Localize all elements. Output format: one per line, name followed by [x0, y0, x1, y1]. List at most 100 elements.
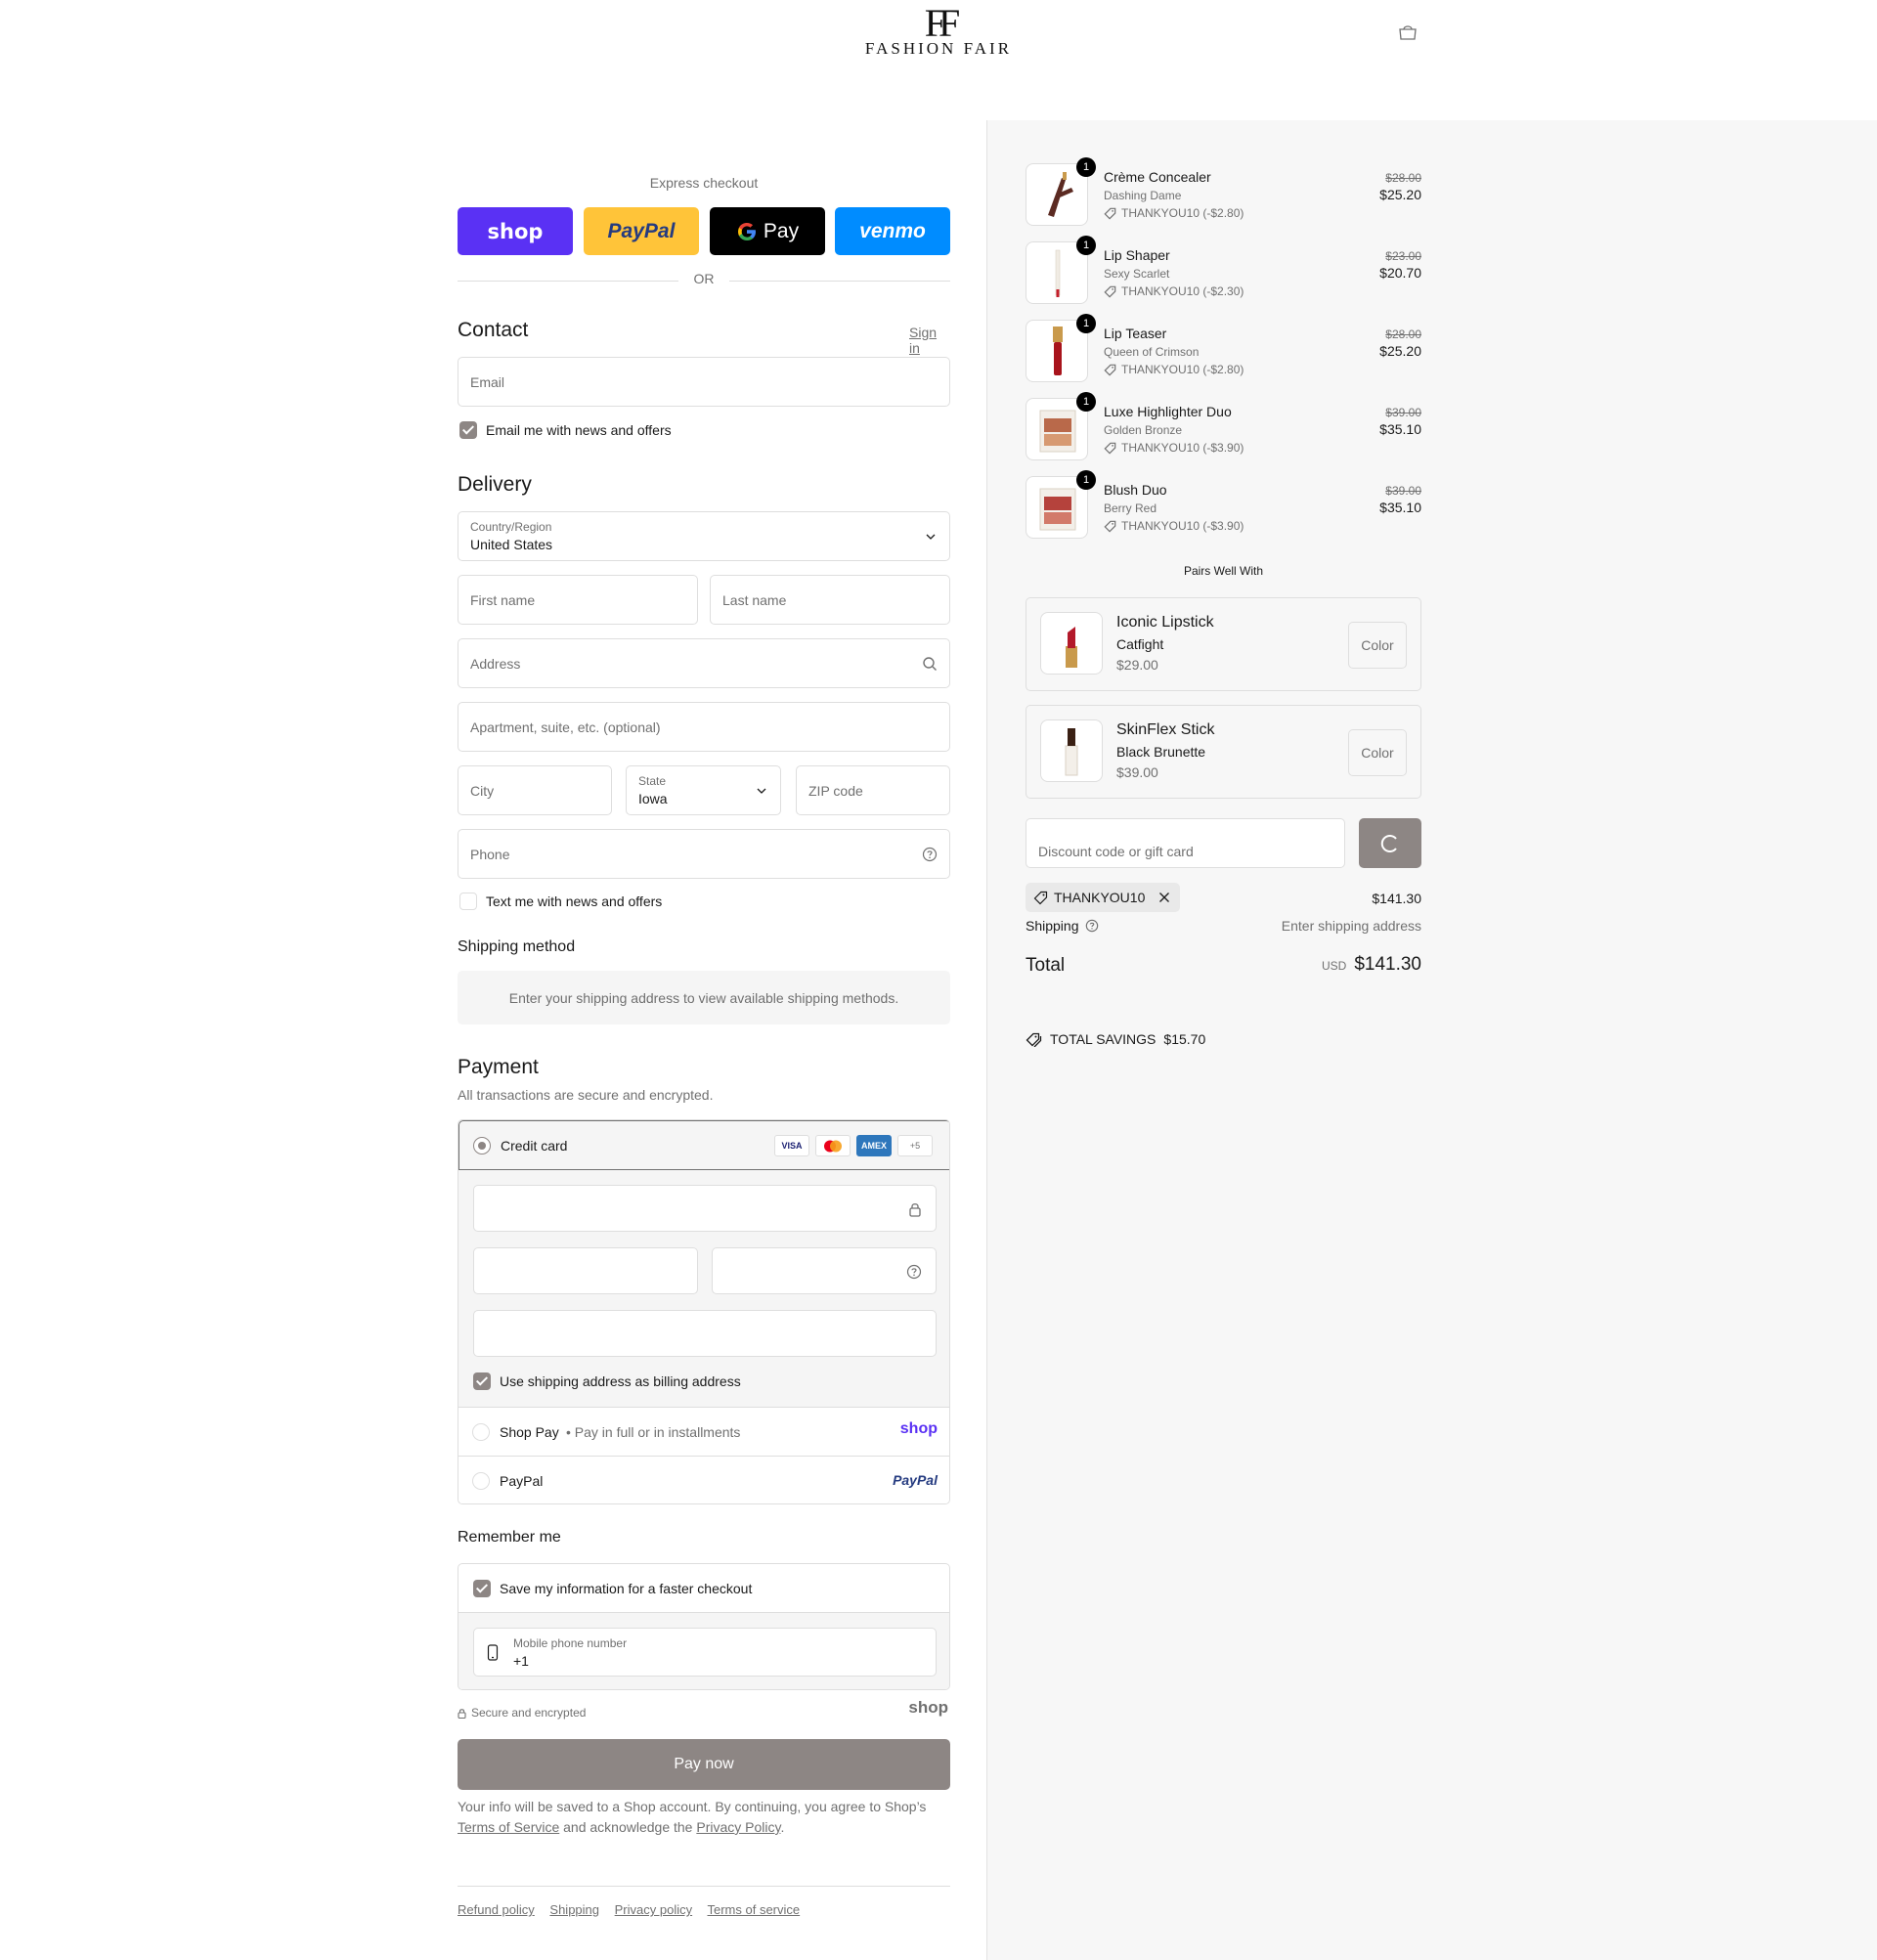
tag-icon — [1104, 520, 1116, 533]
original-price: $39.00 — [1385, 484, 1421, 498]
paypal-logo: PayPal — [893, 1472, 938, 1488]
shop-pay-express-button[interactable]: shop — [458, 207, 573, 255]
zip-placeholder: ZIP code — [808, 782, 863, 799]
brand-name: FASHION FAIR — [864, 39, 1013, 58]
first-name-placeholder: First name — [470, 591, 536, 608]
express-checkout-title: Express checkout — [649, 175, 759, 191]
legal-text: Your info will be saved to a Shop accoun… — [458, 1797, 950, 1838]
first-name-field[interactable]: First name — [458, 575, 698, 625]
city-field[interactable]: City — [458, 765, 612, 815]
lock-icon — [458, 1708, 466, 1719]
apply-discount-button[interactable] — [1359, 818, 1421, 868]
refund-policy-link[interactable]: Refund policy — [458, 1902, 535, 1917]
product-name: Blush Duo — [1104, 482, 1167, 498]
original-price: $28.00 — [1385, 327, 1421, 341]
pay-now-button[interactable]: Pay now — [458, 1739, 950, 1790]
name-on-card-field[interactable] — [473, 1310, 937, 1357]
lock-icon — [909, 1203, 921, 1217]
sign-in-link[interactable]: Sign in — [909, 325, 950, 356]
credit-card-option[interactable]: Credit card VISA AMEX +5 — [458, 1120, 949, 1170]
zip-field[interactable]: ZIP code — [796, 765, 950, 815]
shipping-policy-link[interactable]: Shipping — [549, 1902, 599, 1917]
help-icon[interactable] — [906, 1264, 922, 1280]
quantity-badge: 1 — [1076, 392, 1096, 412]
security-code-field[interactable] — [712, 1247, 937, 1294]
remember-me-heading: Remember me — [458, 1529, 561, 1546]
product-discount: THANKYOU10 (-$2.80) — [1104, 363, 1244, 376]
product-variant: Sexy Scarlet — [1104, 267, 1170, 281]
shop-terms-link[interactable]: Terms of Service — [458, 1819, 559, 1835]
paypal-option[interactable]: PayPal PayPal — [458, 1456, 949, 1503]
cart-item: 1 Blush Duo Berry Red THANKYOU10 (-$3.90) $3… — [1026, 470, 1421, 544]
email-field[interactable]: Email — [458, 357, 950, 407]
cart-item: 1 Lip Teaser Queen of Crimson THANKYOU10 (-… — [1026, 314, 1421, 388]
upsell-image — [1040, 612, 1103, 675]
product-name: Lip Teaser — [1104, 326, 1167, 341]
apartment-placeholder: Apartment, suite, etc. (optional) — [470, 719, 661, 735]
text-news-checkbox[interactable] — [459, 893, 477, 910]
privacy-policy-link[interactable]: Privacy policy — [615, 1902, 692, 1917]
shipping-method-heading: Shipping method — [458, 938, 576, 955]
discounted-price: $35.10 — [1379, 500, 1421, 515]
upsell-price: $39.00 — [1116, 764, 1158, 780]
paypal-express-button[interactable]: PayPal — [584, 207, 699, 255]
cart-item: 1 Lip Shaper Sexy Scarlet THANKYOU10 (-$2.3… — [1026, 236, 1421, 310]
state-select[interactable]: State Iowa — [626, 765, 781, 815]
remember-phone-section: Mobile phone number +1 — [458, 1612, 949, 1689]
billing-address-checkbox[interactable] — [473, 1372, 491, 1390]
upsell-color-button[interactable]: Color — [1348, 729, 1407, 776]
address-field[interactable]: Address — [458, 638, 950, 688]
shop-pay-logo: shop — [899, 1420, 938, 1437]
discount-code-field[interactable]: Discount code or gift card — [1026, 818, 1345, 868]
help-icon[interactable] — [1085, 919, 1099, 933]
shop-pay-option[interactable]: Shop Pay • Pay in full or in installment… — [458, 1407, 949, 1456]
terms-of-service-link[interactable]: Terms of service — [708, 1902, 801, 1917]
product-name: Lip Shaper — [1104, 247, 1170, 263]
email-placeholder: Email — [470, 373, 505, 390]
secure-note-text: Secure and encrypted — [471, 1706, 587, 1720]
last-name-field[interactable]: Last name — [710, 575, 950, 625]
venmo-express-button[interactable]: venmo — [835, 207, 950, 255]
brand-logo[interactable]: FF FASHION FAIR — [841, 1, 1036, 61]
total-savings-label: TOTAL SAVINGS — [1050, 1031, 1157, 1047]
apartment-field[interactable]: Apartment, suite, etc. (optional) — [458, 702, 950, 752]
mobile-phone-field[interactable]: Mobile phone number +1 — [473, 1628, 937, 1677]
shipping-method-message: Enter your shipping address to view avai… — [458, 971, 950, 1024]
help-icon[interactable] — [922, 847, 938, 862]
card-number-field[interactable] — [473, 1185, 937, 1232]
email-news-checkbox[interactable] — [459, 421, 477, 439]
shopping-bag-icon[interactable] — [1398, 23, 1418, 41]
upsell-card: SkinFlex Stick Black Brunette $39.00 Col… — [1026, 705, 1421, 799]
phone-field[interactable]: Phone — [458, 829, 950, 879]
brand-monogram: FF — [924, 1, 961, 45]
country-select[interactable]: Country/Region United States — [458, 511, 950, 561]
credit-card-radio[interactable] — [473, 1137, 491, 1154]
upsell-card: Iconic Lipstick Catfight $29.00 Color — [1026, 597, 1421, 691]
address-placeholder: Address — [470, 655, 521, 672]
quantity-badge: 1 — [1076, 470, 1096, 490]
upsell-name: SkinFlex Stick — [1116, 721, 1215, 738]
close-icon[interactable] — [1157, 890, 1172, 905]
google-pay-button[interactable]: Pay — [710, 207, 825, 255]
total-amount: USD $141.30 — [1322, 954, 1421, 976]
expiry-field[interactable] — [473, 1247, 698, 1294]
shop-pay-radio[interactable] — [472, 1423, 490, 1441]
discount-code-placeholder: Discount code or gift card — [1038, 843, 1194, 859]
shop-privacy-link[interactable]: Privacy Policy — [696, 1819, 780, 1835]
save-info-checkbox[interactable] — [473, 1580, 491, 1597]
tag-icon — [1033, 891, 1048, 904]
google-g-icon — [737, 222, 756, 240]
paypal-radio[interactable] — [472, 1472, 490, 1490]
quantity-badge: 1 — [1076, 157, 1096, 177]
paypal-express-label: PayPal — [607, 219, 676, 242]
product-discount-text: THANKYOU10 (-$2.30) — [1121, 284, 1244, 298]
cart-item: 1 Luxe Highlighter Duo Golden Bronze THANKY… — [1026, 392, 1421, 466]
upsell-color-button[interactable]: Color — [1348, 622, 1407, 669]
payment-heading: Payment — [458, 1056, 539, 1078]
quantity-badge: 1 — [1076, 314, 1096, 333]
venmo-express-label: venmo — [859, 219, 926, 242]
mobile-phone-label: Mobile phone number — [513, 1636, 628, 1650]
total-value: $141.30 — [1354, 954, 1421, 975]
product-variant: Berry Red — [1104, 501, 1157, 515]
or-divider: OR — [458, 271, 950, 290]
